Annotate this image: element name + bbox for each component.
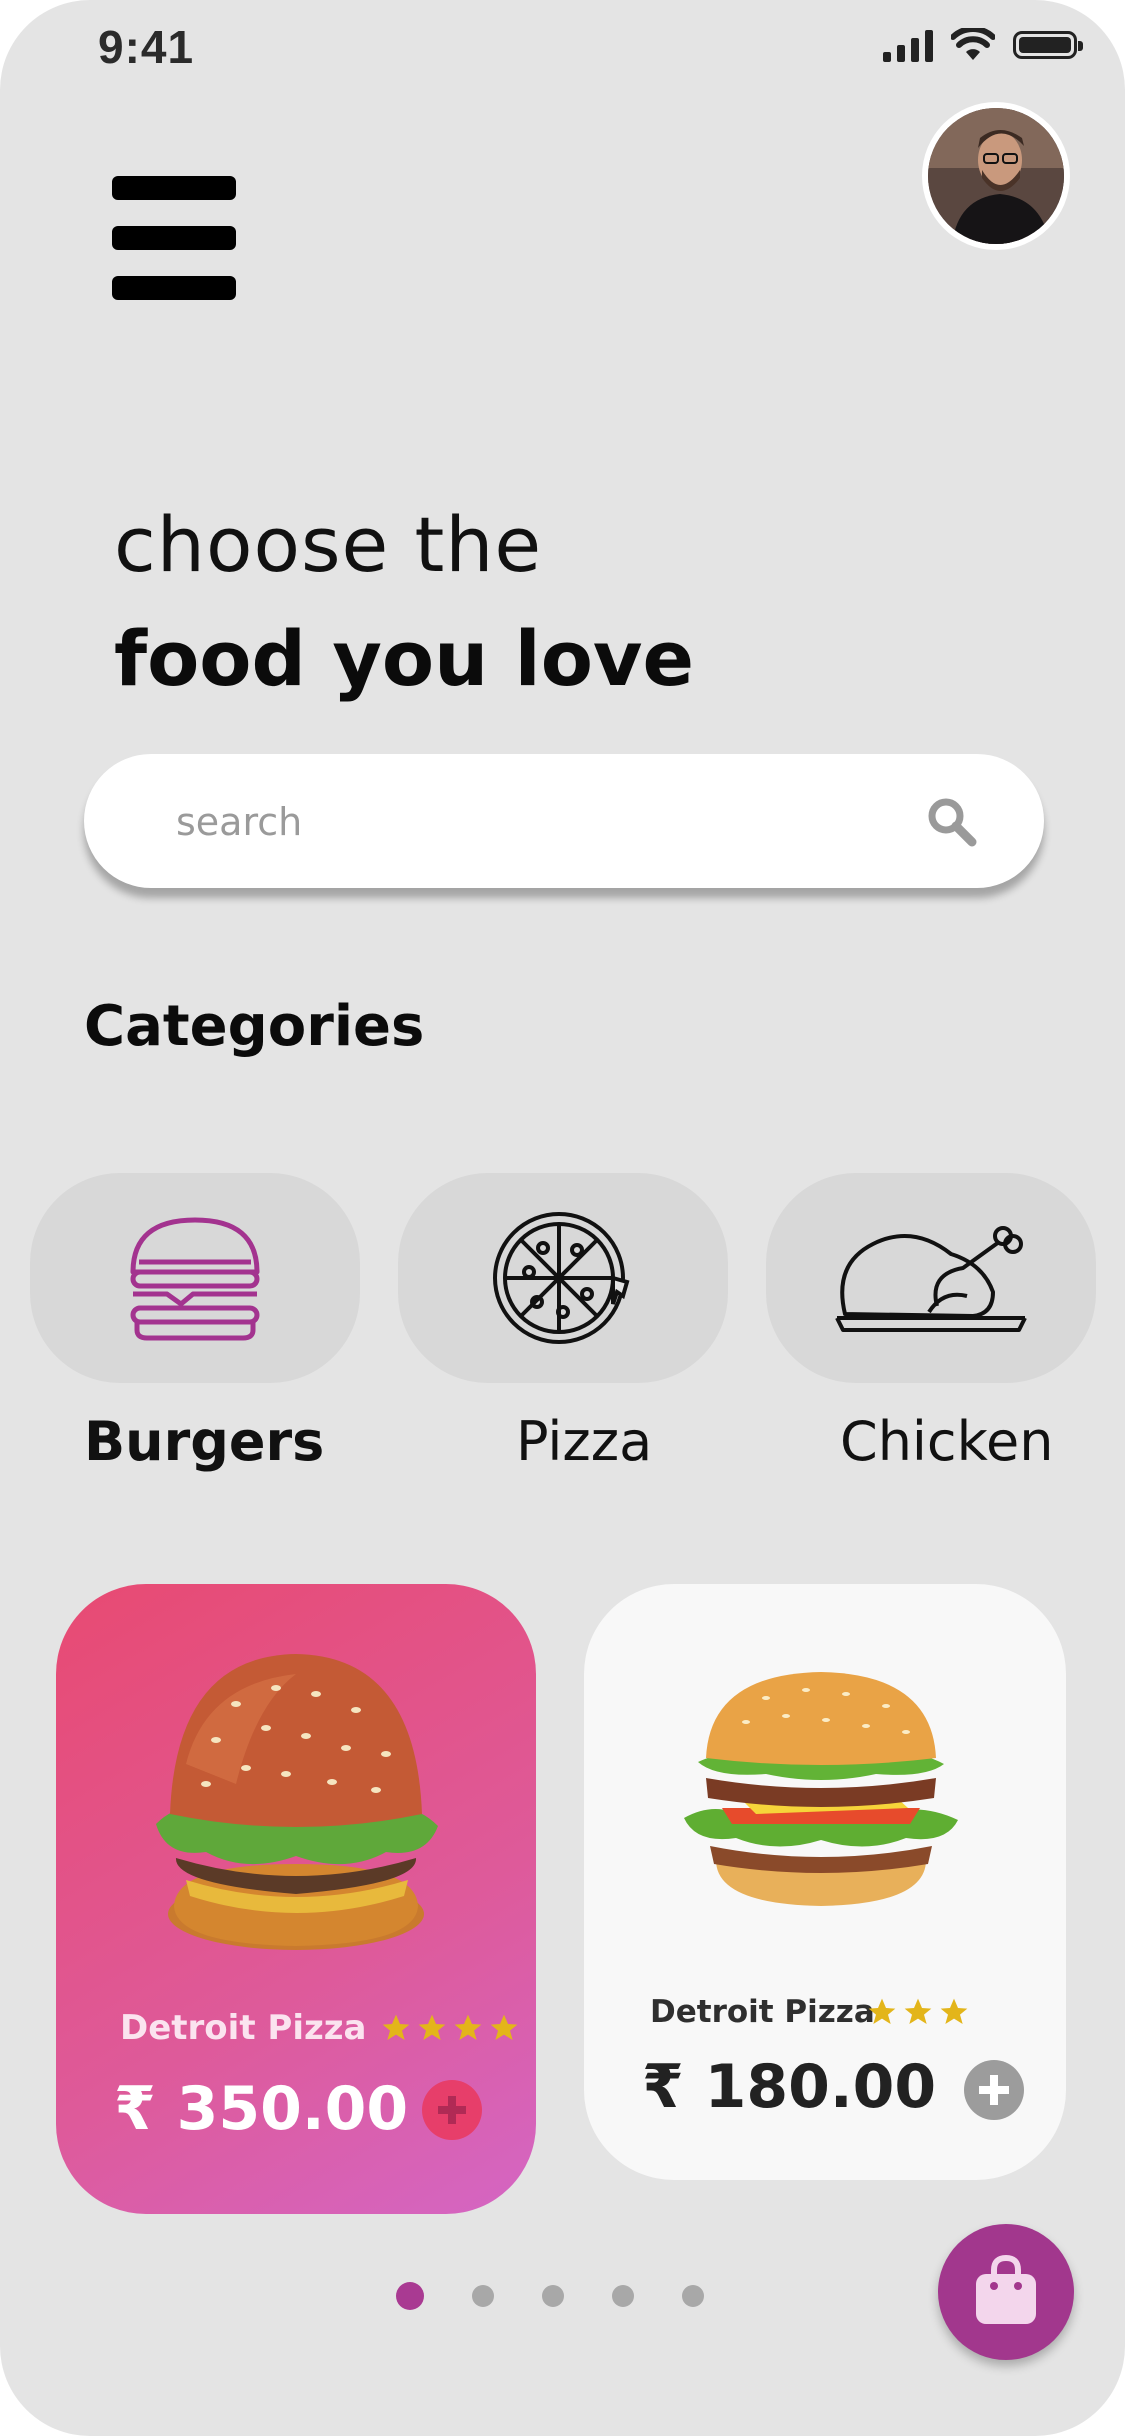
- cart-button[interactable]: [938, 2224, 1074, 2360]
- category-tile-pizza[interactable]: [398, 1173, 728, 1383]
- star-icon: [418, 2014, 446, 2040]
- battery-icon: [1013, 31, 1083, 59]
- pagination-dots: [396, 2282, 704, 2310]
- category-label-pizza[interactable]: Pizza: [516, 1410, 652, 1473]
- category-tile-burgers[interactable]: [30, 1173, 360, 1383]
- plus-icon: [438, 2096, 466, 2124]
- signal-icon: [883, 28, 933, 62]
- add-to-cart-button[interactable]: [964, 2060, 1024, 2120]
- pagination-dot[interactable]: [396, 2282, 424, 2310]
- product-price: ₹ 350.00: [114, 2074, 409, 2144]
- product-name: Detroit Pizza: [650, 1994, 875, 2030]
- category-label-burgers[interactable]: Burgers: [84, 1410, 324, 1473]
- hero-line-2: food you love: [114, 614, 695, 703]
- burger-photo: [156, 1654, 438, 1950]
- pizza-icon: [493, 1212, 630, 1344]
- pagination-dot[interactable]: [612, 2285, 634, 2307]
- burger-photo: [684, 1672, 958, 1906]
- hero-line-1: choose the: [114, 500, 543, 589]
- avatar-photo: [928, 108, 1064, 244]
- add-to-cart-button[interactable]: [422, 2080, 482, 2140]
- product-price: ₹ 180.00: [642, 2052, 937, 2122]
- category-tile-chicken[interactable]: [766, 1173, 1096, 1383]
- pagination-dot[interactable]: [472, 2285, 494, 2307]
- star-icon: [940, 1998, 968, 2024]
- pagination-dot[interactable]: [682, 2285, 704, 2307]
- star-icon: [490, 2014, 518, 2040]
- wifi-icon: [951, 28, 995, 60]
- avatar[interactable]: [922, 102, 1070, 250]
- search-bar: [84, 754, 1044, 888]
- star-icon: [904, 1998, 932, 2024]
- status-time: 9:41: [98, 21, 195, 73]
- star-icon: [382, 2014, 410, 2040]
- star-icon: [868, 1998, 896, 2024]
- product-name: Detroit Pizza: [120, 2008, 367, 2048]
- search-input[interactable]: [174, 788, 878, 856]
- categories-title: Categories: [84, 994, 425, 1059]
- burger-icon: [130, 1217, 260, 1341]
- status-icons: [883, 28, 1083, 62]
- star-icon: [454, 2014, 482, 2040]
- pagination-dot[interactable]: [542, 2285, 564, 2307]
- rating-stars: [380, 2012, 520, 2044]
- product-card-2[interactable]: Detroit Pizza ₹ 180.00: [584, 1584, 1066, 2180]
- menu-button[interactable]: [112, 176, 236, 300]
- search-icon[interactable]: [924, 794, 980, 850]
- rating-stars: [866, 1996, 970, 2028]
- app-screen: 9:41 choose the food you love search Cat…: [0, 0, 1125, 2436]
- product-card-1[interactable]: Detroit Pizza ₹ 350.00: [56, 1584, 536, 2214]
- plus-icon: [979, 2075, 1009, 2105]
- chicken-icon: [835, 1226, 1027, 1332]
- shopping-bag-icon: [976, 2254, 1036, 2324]
- category-label-chicken[interactable]: Chicken: [840, 1410, 1053, 1473]
